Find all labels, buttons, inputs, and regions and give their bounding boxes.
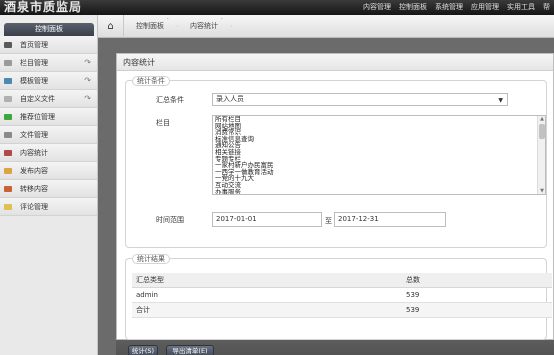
stat-button[interactable]: 统计(S)	[128, 345, 158, 355]
sidebar-item[interactable]: 内容统计	[0, 144, 97, 162]
scroll-up-icon[interactable]: ▲	[538, 116, 545, 122]
transfer-icon	[4, 185, 12, 192]
panel-title: 内容统计	[117, 54, 553, 71]
sidebar-item-label: 转移内容	[20, 184, 48, 193]
column-option[interactable]: 一西学一做教育活动	[213, 169, 545, 176]
template-icon	[4, 77, 12, 84]
column-listbox[interactable]: 所有栏目 网站地图 消费常识 标准信息查询 通知公告 相关链接 专题专栏 一家村新户办民富民一…	[212, 115, 546, 195]
summary-label: 汇总条件	[156, 96, 184, 104]
publish-icon	[4, 167, 12, 174]
listbox-scrollbar[interactable]: ▲ ▼	[537, 116, 545, 194]
results-table: 汇总类型 总数 admin 539 合计 539	[132, 273, 552, 318]
results-header-total: 总数	[402, 273, 552, 288]
home-icon[interactable]: ⌂	[98, 14, 124, 38]
main-area: ⌂ 控制面板 内容统计 内容统计 统计条件 汇总条件 录入人员 ▼ 栏目 所有栏…	[98, 14, 554, 355]
export-list-button[interactable]: 导出清单(E)	[166, 345, 214, 355]
date-separator: 至	[325, 217, 332, 225]
table-row: admin 539	[132, 287, 552, 303]
top-nav: 内容管理 控制面板 系统管理 应用管理 实用工具 帮	[359, 0, 554, 15]
breadcrumb: ⌂ 控制面板 内容统计	[98, 14, 554, 38]
cloud-icon	[4, 41, 12, 48]
dropdown-arrow-icon: ▼	[498, 97, 503, 104]
breadcrumb-item-content-stats[interactable]: 内容统计	[178, 15, 232, 38]
sidebar-menu: 首页管理栏目管理 ↷ 模板管理 ↷ 自定义文件 ↷ 推荐位管理文件管理内容统计发布内容转移内…	[0, 36, 97, 216]
result-total-cell: 539	[402, 302, 552, 318]
conditions-legend: 统计条件	[132, 76, 170, 86]
results-legend: 统计结果	[132, 254, 170, 264]
result-type-cell: admin	[132, 287, 402, 303]
sidebar-header: 控制面板	[0, 15, 97, 36]
expand-arrow-icon[interactable]: ↷	[84, 58, 91, 67]
site-logo: 酒泉市质监局	[4, 0, 83, 14]
sidebar-item-label: 内容统计	[20, 148, 48, 157]
result-total-cell: 539	[402, 287, 552, 303]
conditions-fieldset: 统计条件 汇总条件 录入人员 ▼ 栏目 所有栏目 网站地图 消费常识 标准信息查询 通知…	[125, 76, 547, 248]
column-option[interactable]: 所有栏目	[213, 116, 545, 123]
column-option[interactable]: 网站地图	[213, 122, 545, 130]
column-option[interactable]: 办事服务	[213, 188, 545, 194]
check-icon	[4, 113, 12, 120]
chart-icon	[4, 149, 12, 156]
column-option[interactable]: 标准信息查询	[213, 136, 545, 143]
sidebar-item[interactable]: 首页管理	[0, 36, 97, 54]
nav-help[interactable]: 帮	[539, 0, 554, 15]
sidebar-item-label: 文件管理	[20, 130, 48, 139]
file-icon	[4, 95, 12, 102]
sidebar-item-label: 自定义文件	[20, 94, 55, 103]
sidebar-item[interactable]: 模板管理 ↷	[0, 72, 97, 90]
column-option[interactable]: 通知公告	[213, 142, 545, 149]
results-header-type: 汇总类型	[132, 273, 402, 288]
date-from-input[interactable]: 2017-01-01	[212, 212, 322, 227]
breadcrumb-item-control-panel[interactable]: 控制面板	[124, 15, 178, 38]
action-bar: 统计(S) 导出清单(E)	[116, 340, 554, 355]
scroll-thumb[interactable]	[539, 124, 545, 139]
sidebar-item-label: 推荐位管理	[20, 112, 55, 121]
date-to-input[interactable]: 2017-12-31	[334, 212, 446, 227]
sidebar-item[interactable]: 自定义文件 ↷	[0, 90, 97, 108]
comment-icon	[4, 203, 12, 210]
sidebar: 控制面板 首页管理栏目管理 ↷ 模板管理 ↷ 自定义文件 ↷ 推荐位管理文件管理内容统计发布…	[0, 15, 98, 355]
result-type-cell: 合计	[132, 302, 402, 318]
column-option[interactable]: 一党的十九大	[213, 175, 545, 182]
sidebar-item-label: 栏目管理	[20, 58, 48, 67]
nav-app-management[interactable]: 应用管理	[467, 0, 503, 15]
expand-arrow-icon[interactable]: ↷	[84, 94, 91, 103]
results-header-row: 汇总类型 总数	[132, 273, 552, 288]
sidebar-item-label: 评论管理	[20, 202, 48, 211]
nav-control-panel[interactable]: 控制面板	[395, 0, 431, 15]
folder-icon	[4, 131, 12, 138]
sidebar-item[interactable]: 发布内容	[0, 162, 97, 180]
column-option[interactable]: 互动交流	[213, 182, 545, 189]
nav-content-management[interactable]: 内容管理	[359, 0, 395, 15]
table-row: 合计 539	[132, 302, 552, 318]
expand-arrow-icon[interactable]: ↷	[84, 76, 91, 85]
sidebar-item[interactable]: 文件管理	[0, 126, 97, 144]
column-option[interactable]: 消费常识	[213, 129, 545, 136]
column-option[interactable]: 相关链接	[213, 149, 545, 156]
sidebar-item[interactable]: 推荐位管理	[0, 108, 97, 126]
column-icon	[4, 59, 12, 66]
nav-system-management[interactable]: 系统管理	[431, 0, 467, 15]
content-stats-panel: 内容统计 统计条件 汇总条件 录入人员 ▼ 栏目 所有栏目 网站地图 消费常识 标准信…	[116, 53, 554, 340]
top-header: 酒泉市质监局 内容管理 控制面板 系统管理 应用管理 实用工具 帮	[0, 0, 554, 15]
sidebar-item[interactable]: 转移内容	[0, 180, 97, 198]
results-fieldset: 统计结果 汇总类型 总数 admin 539 合计 539	[125, 254, 552, 340]
sidebar-item-label: 发布内容	[20, 166, 48, 175]
scroll-down-icon[interactable]: ▼	[538, 188, 545, 194]
sidebar-item-label: 模板管理	[20, 76, 48, 85]
nav-tools[interactable]: 实用工具	[503, 0, 539, 15]
sidebar-title: 控制面板	[4, 23, 94, 36]
sidebar-item[interactable]: 栏目管理 ↷	[0, 54, 97, 72]
summary-select[interactable]: 录入人员 ▼	[212, 93, 508, 106]
summary-select-value: 录入人员	[216, 95, 244, 103]
sidebar-item-label: 首页管理	[20, 40, 48, 49]
sidebar-item[interactable]: 评论管理	[0, 198, 97, 216]
column-options: 所有栏目 网站地图 消费常识 标准信息查询 通知公告 相关链接 专题专栏 一家村新户办民富民一…	[213, 116, 545, 194]
time-range-label: 时间范围	[156, 216, 184, 224]
column-label: 栏目	[156, 119, 170, 127]
